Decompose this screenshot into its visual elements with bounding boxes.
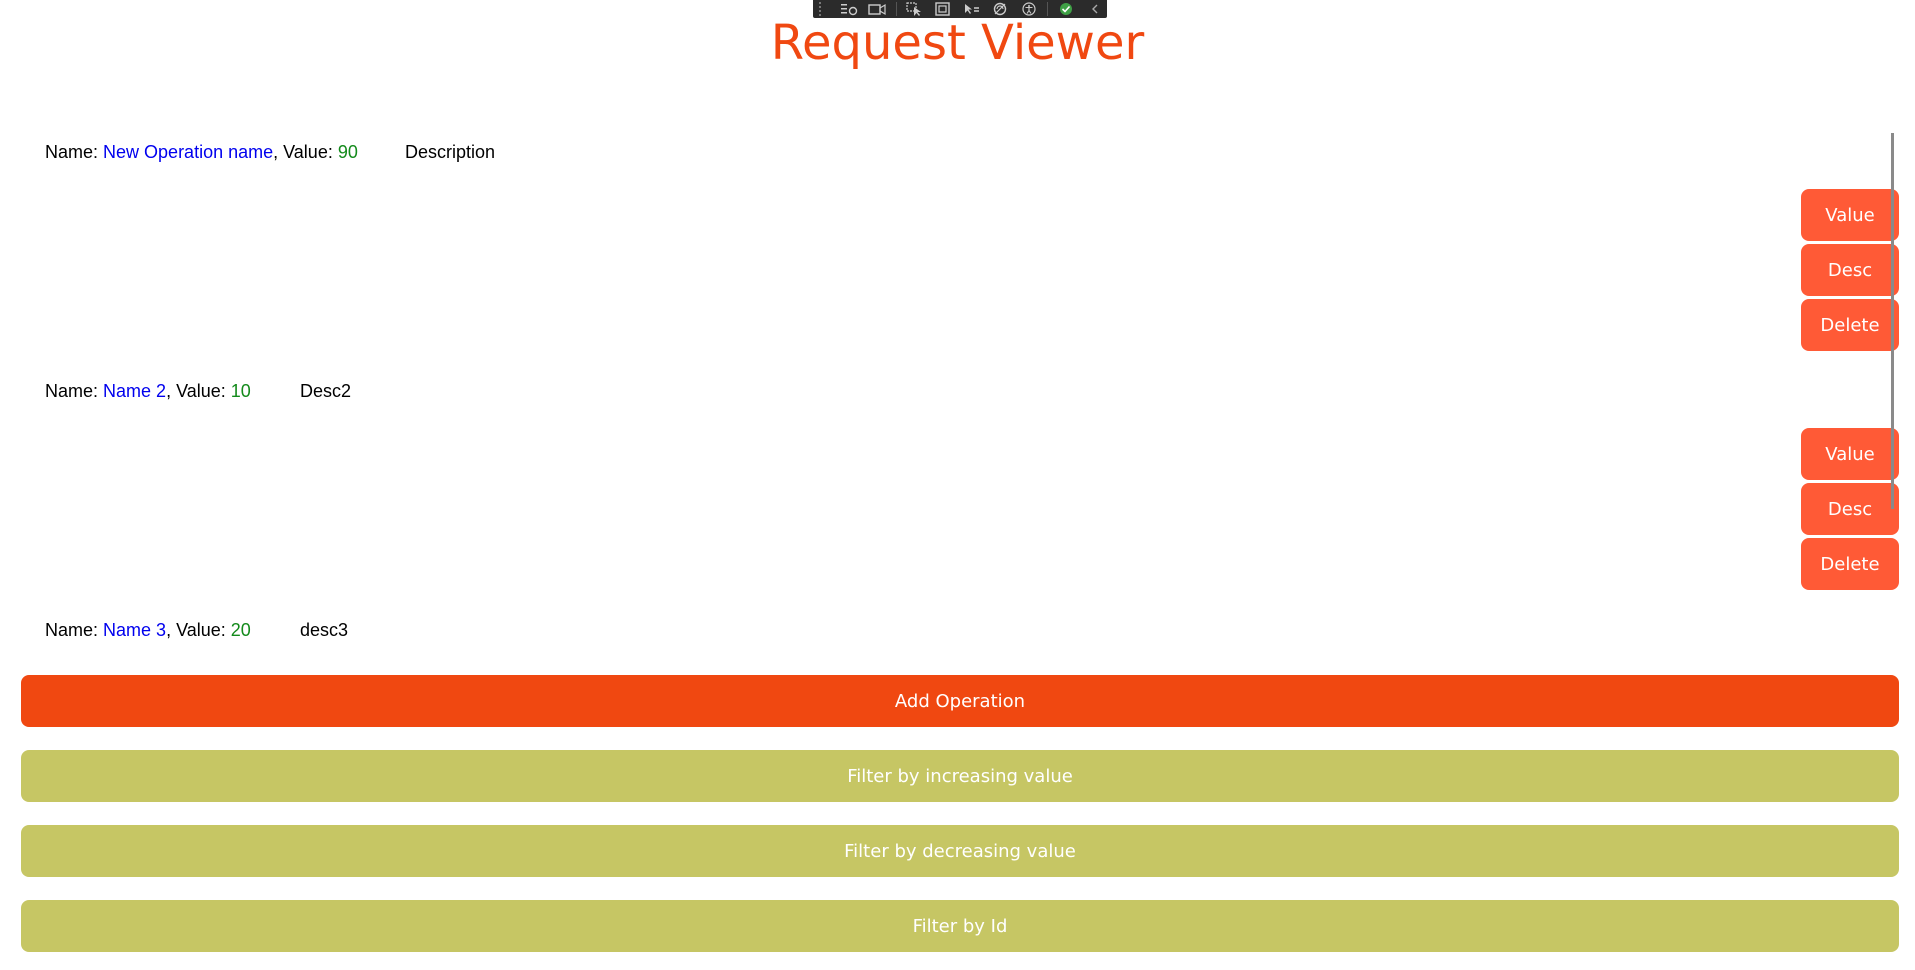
value-label: , Value: <box>166 620 231 640</box>
operation-value: 20 <box>230 620 251 640</box>
operation-name: Name 2 <box>103 381 167 401</box>
operation-description: Desc2 <box>300 381 352 401</box>
operation-name: New Operation name <box>103 142 274 162</box>
app-window: Request Viewer Name: New Operation name,… <box>0 0 1915 970</box>
value-button[interactable]: Value <box>1801 428 1899 480</box>
desc-button[interactable]: Desc <box>1801 244 1899 296</box>
delete-button[interactable]: Delete <box>1801 299 1899 351</box>
desc-button[interactable]: Desc <box>1801 483 1899 535</box>
scrollbar[interactable] <box>1891 133 1894 509</box>
filter-id-button[interactable]: Filter by Id <box>21 900 1899 952</box>
operation-description: desc3 <box>300 620 349 640</box>
name-label: Name: <box>45 381 104 401</box>
operation-value: 90 <box>337 142 358 162</box>
value-button[interactable]: Value <box>1801 189 1899 241</box>
filter-increasing-button[interactable]: Filter by increasing value <box>21 750 1899 802</box>
page-title: Request Viewer <box>770 15 1145 71</box>
name-label: Name: <box>45 620 104 640</box>
operation-item: Name: Name 3, Value: 20 desc3 <box>45 618 348 642</box>
value-label: , Value: <box>273 142 338 162</box>
operation-value: 10 <box>230 381 251 401</box>
value-label: , Value: <box>166 381 231 401</box>
add-operation-button[interactable]: Add Operation <box>21 675 1899 727</box>
operation-description: Description <box>405 142 496 162</box>
delete-button[interactable]: Delete <box>1801 538 1899 590</box>
filter-decreasing-button[interactable]: Filter by decreasing value <box>21 825 1899 877</box>
operation-item: Name: Name 2, Value: 10 Desc2 <box>45 379 351 403</box>
operation-name: Name 3 <box>103 620 167 640</box>
operation-item: Name: New Operation name, Value: 90 Desc… <box>45 140 495 164</box>
name-label: Name: <box>45 142 104 162</box>
